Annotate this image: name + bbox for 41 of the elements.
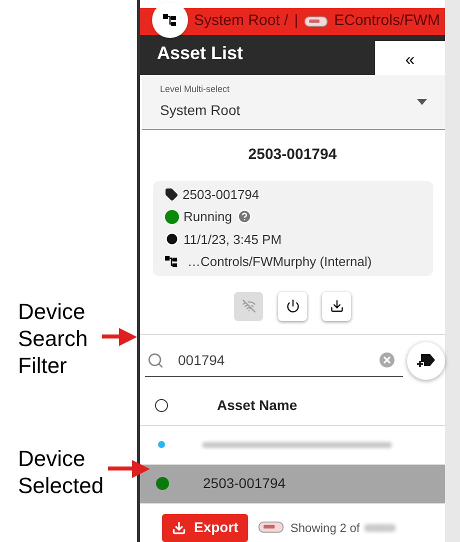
device-tag: 2503-001794: [182, 184, 260, 204]
collapse-button[interactable]: «: [375, 41, 445, 78]
device-status: Running: [184, 208, 232, 226]
device-title: 2503-001794: [248, 145, 337, 165]
tag-icon: [164, 188, 178, 201]
asset-name: 2503-001794: [203, 474, 286, 493]
dropdown-caret-icon: [417, 99, 427, 105]
redacted-count: [364, 524, 396, 532]
gateway-icon: [304, 14, 328, 28]
panel-title: Asset List: [156, 42, 244, 65]
device-time: 11/1/23, 3:45 PM: [184, 230, 282, 248]
column-header[interactable]: Asset Name: [217, 394, 298, 416]
callout-text: Device Selected: [18, 445, 105, 499]
hierarchy-icon: [164, 255, 178, 268]
asset-row[interactable]: 2503-001794: [140, 464, 445, 504]
callout-text: Device Search Filter: [18, 298, 88, 379]
hierarchy-button[interactable]: [152, 2, 188, 38]
add-device-button[interactable]: [407, 342, 445, 380]
export-button[interactable]: Export: [162, 514, 248, 542]
search-field[interactable]: 001794: [145, 344, 403, 376]
download-icon: [172, 520, 186, 534]
search-icon: [147, 352, 164, 368]
showing-count: Showing 2 of: [290, 520, 360, 536]
power-button[interactable]: [278, 292, 307, 320]
select-label: Level Multi-select: [160, 83, 231, 96]
hierarchy-icon: [163, 12, 177, 26]
download-button[interactable]: [322, 292, 351, 320]
select-value: System Root: [160, 100, 242, 120]
arrow: [102, 328, 137, 346]
level-select[interactable]: Level Multi-select System Root: [142, 75, 445, 130]
arrow: [108, 460, 150, 478]
breadcrumb-separator: |: [294, 11, 298, 32]
download-icon: [330, 299, 344, 313]
gateway-icon: [258, 520, 284, 535]
help-icon[interactable]: [236, 209, 252, 224]
power-icon: [286, 299, 300, 313]
signal-off-icon: [242, 299, 256, 313]
add-tag-icon: [416, 352, 436, 368]
select-all-radio[interactable]: [155, 398, 168, 412]
device-path: …Controls/FWMurphy (Internal): [188, 253, 372, 271]
search-input[interactable]: 001794: [178, 350, 363, 370]
